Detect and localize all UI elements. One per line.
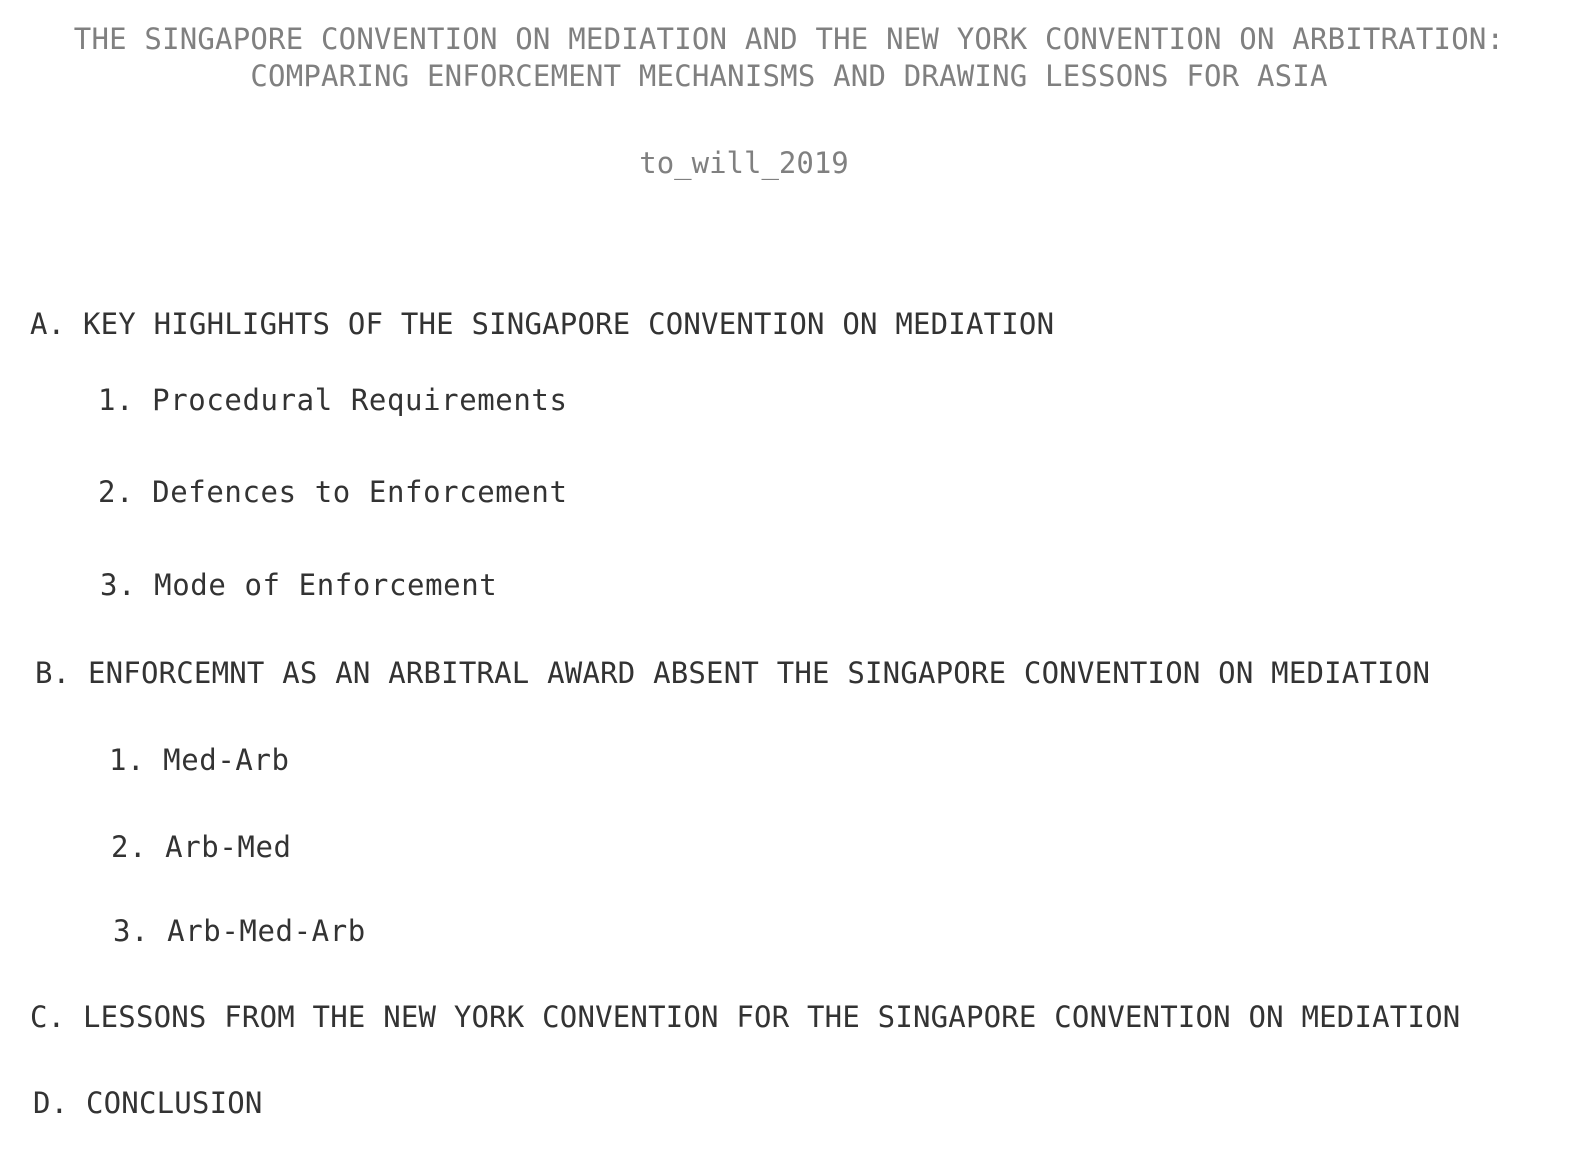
section-b-item-1: 1. Med-Arb: [109, 743, 290, 777]
document-title-line-2: COMPARING ENFORCEMENT MECHANISMS AND DRA…: [250, 59, 1328, 93]
section-c-heading: C. LESSONS FROM THE NEW YORK CONVENTION …: [30, 1000, 1461, 1034]
section-a-item-2: 2. Defences to Enforcement: [98, 475, 568, 509]
section-a-item-3: 3. Mode of Enforcement: [100, 568, 498, 602]
document-author: to_will_2019: [639, 146, 849, 180]
section-a-item-1: 1. Procedural Requirements: [98, 383, 568, 417]
section-b-heading: B. ENFORCEMNT AS AN ARBITRAL AWARD ABSEN…: [35, 656, 1431, 690]
section-b-item-3: 3. Arb-Med-Arb: [113, 914, 366, 948]
section-a-heading: A. KEY HIGHLIGHTS OF THE SINGAPORE CONVE…: [30, 307, 1055, 341]
document-title-line-1: THE SINGAPORE CONVENTION ON MEDIATION AN…: [73, 22, 1505, 56]
section-b-item-2: 2. Arb-Med: [111, 830, 292, 864]
section-d-heading: D. CONCLUSION: [33, 1086, 263, 1120]
